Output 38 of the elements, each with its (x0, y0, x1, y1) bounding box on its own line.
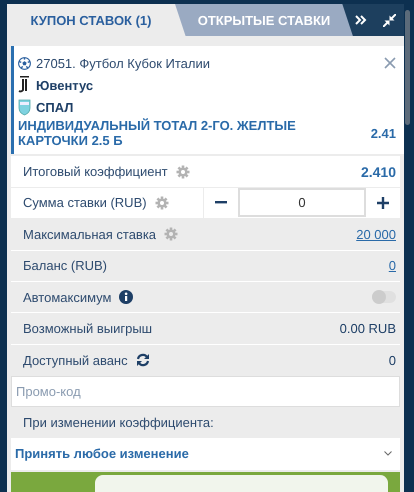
odds-change-label: При изменении коэффициента: (23, 414, 214, 430)
row-label: Итоговый коэффициент (23, 164, 168, 180)
settings-icon[interactable] (176, 164, 190, 179)
close-icon[interactable] (384, 57, 396, 70)
football-icon (18, 56, 31, 70)
row-label: Доступный аванс (23, 352, 128, 368)
minus-icon (215, 201, 227, 204)
toggle-switch[interactable] (372, 291, 396, 304)
settings-icon[interactable] (164, 227, 178, 242)
advance-value: 0 (388, 352, 396, 368)
balance-link[interactable]: 0 (388, 258, 396, 274)
promo-code-field[interactable]: Промо-код (11, 376, 400, 407)
collapse-icon[interactable] (383, 14, 396, 27)
odds-change-dropdown[interactable]: Принять любое изменение (11, 438, 400, 470)
plus-icon (377, 196, 389, 209)
odds-value: 2.41 (370, 126, 396, 141)
total-odds-value: 2.410 (360, 164, 396, 180)
club-crest-icon (18, 76, 31, 94)
row-label: Автомаксимум (23, 290, 112, 305)
row-label: Максимальная ставка (23, 226, 156, 242)
max-stake-link[interactable]: 20 000 (356, 226, 396, 242)
scrollbar[interactable] (405, 10, 410, 125)
row-label: Сумма ставки (RUB) (23, 195, 147, 210)
possible-win-value: 0.00 RUB (340, 321, 396, 336)
stake-field[interactable]: 0 (238, 188, 366, 218)
team-name: СПАЛ (36, 100, 74, 115)
row-label: Баланс (RUB) (23, 258, 107, 274)
chevron-down-icon (384, 451, 392, 456)
market-name: ИНДИВИДУАЛЬНЫЙ ТОТАЛ 2-ГО. ЖЕЛТЫЕ КАРТОЧКИ 2.5 Б (18, 118, 297, 148)
club-crest-icon (18, 98, 31, 116)
info-icon[interactable] (119, 290, 134, 304)
double-chevron-icon[interactable] (355, 15, 367, 26)
refresh-icon[interactable] (136, 353, 150, 368)
row-label: Возможный выигрыш (23, 321, 152, 336)
team-name: Ювентус (36, 78, 94, 93)
event-title: 27051. Футбол Кубок Италии (36, 56, 210, 71)
action-bar[interactable] (11, 472, 400, 492)
settings-icon[interactable] (154, 196, 169, 210)
